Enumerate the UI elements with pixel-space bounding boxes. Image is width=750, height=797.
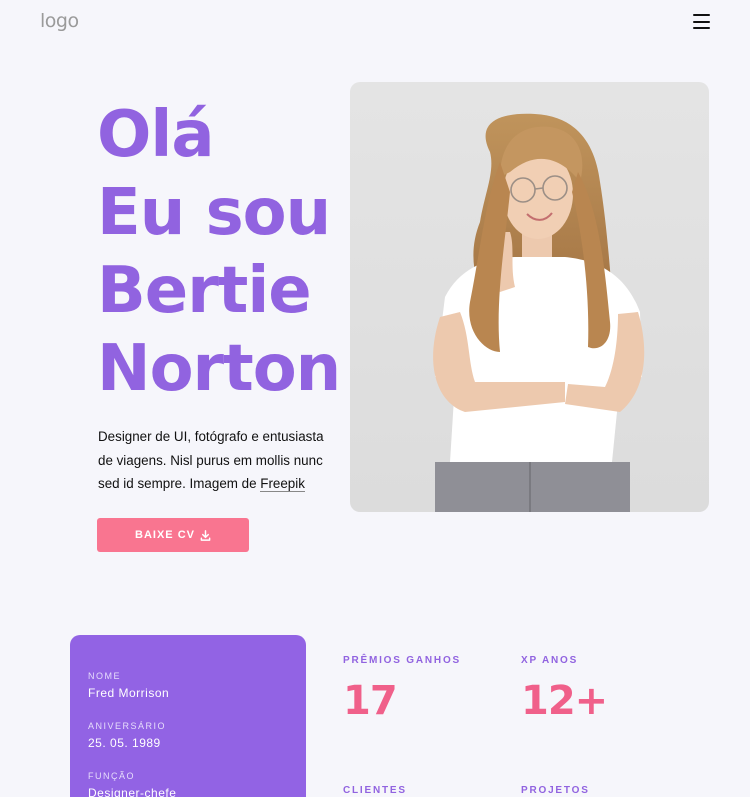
logo[interactable]: logo [40, 10, 79, 32]
stat-label: PRÊMIOS GANHOS [343, 655, 461, 666]
freepik-link[interactable]: Freepik [260, 476, 305, 492]
info-item-role: FUNÇÃO Designer-chefe [88, 771, 176, 797]
download-icon [200, 529, 211, 541]
stat-clients: CLIENTES [343, 785, 407, 796]
hero-title-line: Olá [97, 98, 215, 172]
stat-label: PROJETOS [521, 785, 590, 796]
stat-value: 12+ [521, 678, 608, 724]
info-item-name: NOME Fred Morrison [88, 671, 169, 700]
info-value: Fred Morrison [88, 686, 170, 700]
download-cv-button[interactable]: BAIXE CV [97, 518, 249, 552]
hamburger-menu-icon[interactable] [693, 14, 710, 29]
stat-experience: XP ANOS 12+ [521, 655, 608, 724]
info-value: 25. 05. 1989 [88, 736, 161, 750]
stat-value: 17 [343, 678, 398, 724]
hero-title-line: Eu sou [97, 176, 331, 250]
hero-description: Designer de UI, fotógrafo e entusiasta d… [98, 425, 338, 496]
profile-photo [350, 82, 709, 512]
info-item-birthday: ANIVERSÁRIO 25. 05. 1989 [88, 721, 166, 750]
stat-label: XP ANOS [521, 655, 579, 666]
hero-title-line: Bertie [97, 254, 312, 328]
info-label: FUNÇÃO [88, 771, 135, 781]
hero-title-line: Norton [97, 332, 341, 406]
download-cv-label: BAIXE CV [135, 529, 195, 541]
menu-line [693, 20, 710, 23]
profile-photo-illustration [433, 113, 645, 512]
stat-projects: PROJETOS [521, 785, 590, 796]
info-value: Designer-chefe [88, 786, 177, 797]
menu-line [693, 14, 710, 16]
profile-info-card: NOME Fred Morrison ANIVERSÁRIO 25. 05. 1… [70, 635, 306, 797]
stat-label: CLIENTES [343, 785, 407, 796]
info-label: ANIVERSÁRIO [88, 721, 167, 731]
menu-line [693, 27, 710, 29]
stat-awards: PRÊMIOS GANHOS 17 [343, 655, 461, 724]
info-label: NOME [88, 671, 121, 681]
hero-title: Olá Eu sou Bertie Norton [97, 96, 341, 408]
